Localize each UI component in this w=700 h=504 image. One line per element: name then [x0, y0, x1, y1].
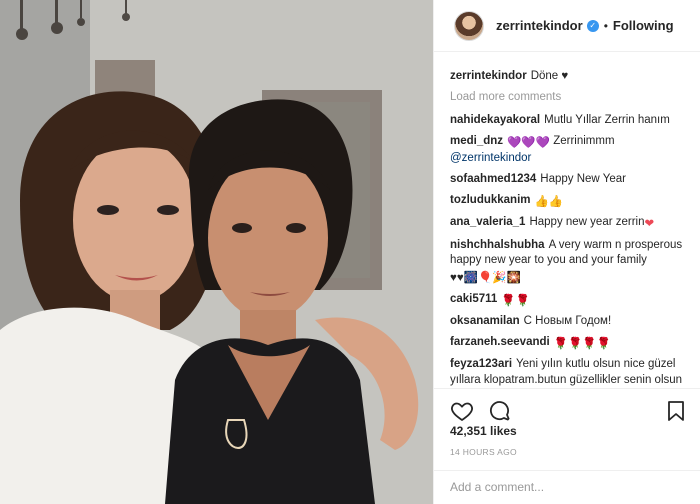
comment-username[interactable]: caki5711 [450, 293, 497, 305]
author-username[interactable]: zerrintekindor [496, 18, 583, 33]
post-timestamp: 14 HOURS AGO [450, 447, 517, 457]
comment-item: feyza123ari Yeni yılın kutlu olsun nice g… [450, 357, 684, 387]
comment-text: Mutlu Yıllar Zerrin hanım [544, 114, 670, 127]
following-button[interactable]: Following [613, 18, 674, 33]
caption-text: Döne ♥ [530, 70, 569, 82]
post-header: zerrintekindor ✓ • Following [434, 0, 700, 52]
comment-text: Happy new year zerrin [529, 216, 645, 229]
comment-text: Happy New Year [540, 172, 626, 185]
comment-emoji: 🌹🌹 [501, 294, 530, 307]
caption: zerrintekindor Döne ♥ [450, 69, 684, 85]
likes-count[interactable]: 42,351 likes [450, 424, 517, 438]
comment-item: nahidekayakoral Mutlu Yıllar Zerrin hanım [450, 113, 684, 129]
comment-username[interactable]: feyza123ari [450, 358, 512, 370]
comment-username[interactable]: nishchhalshubha [450, 239, 545, 251]
load-more-comments-link[interactable]: Load more comments [450, 90, 684, 106]
comment-emoji: 👍👍 [534, 195, 564, 208]
photo-illustration [0, 0, 433, 504]
post-actions [434, 388, 700, 426]
comment-icon[interactable] [488, 399, 512, 423]
header-separator: • [603, 18, 608, 33]
comment-text: Zerrinimmm [553, 134, 615, 147]
post-details-panel: zerrintekindor ✓ • Following zerrintekin… [433, 0, 700, 504]
comments-list: zerrintekindor Döne ♥ Load more comments … [434, 53, 700, 387]
verified-badge-icon: ✓ [586, 19, 599, 32]
comment-username[interactable]: tozludukkanim [450, 194, 531, 206]
caption-username[interactable]: zerrintekindor [450, 70, 527, 82]
comment-item: sofaahmed1234 Happy New Year [450, 172, 684, 188]
comment-username[interactable]: oksanamilan [450, 315, 520, 327]
comment-username[interactable]: sofaahmed1234 [450, 173, 536, 185]
add-comment-bar [434, 470, 700, 504]
comment-emoji: 💜💜💜 [507, 136, 551, 149]
comment-item: oksanamilan С Новым Годом! [450, 314, 684, 330]
comment-text: С Новым Годом! [523, 315, 612, 328]
bookmark-icon[interactable] [664, 399, 688, 423]
comment-emoji: ♥♥🎆🎈🎉🎇 [450, 271, 521, 284]
comment-item: ana_valeria_1 Happy new year zerrin❤ [450, 215, 684, 233]
comment-input[interactable] [450, 471, 684, 503]
comment-item: tozludukkanim 👍👍 [450, 193, 684, 211]
comment-username[interactable]: medi_dnz [450, 135, 503, 147]
post-photo[interactable] [0, 0, 433, 504]
comment-username[interactable]: nahidekayakoral [450, 114, 540, 126]
comment-emoji: 🌹🌹🌹🌹 [553, 337, 611, 350]
heart-icon[interactable] [450, 399, 474, 423]
comment-username[interactable]: farzaneh.seevandi [450, 336, 550, 348]
comment-item: medi_dnz 💜💜💜 Zerrinimmm @zerrintekindor [450, 134, 684, 167]
comment-mention-link[interactable]: @zerrintekindor [450, 151, 684, 167]
comment-username[interactable]: ana_valeria_1 [450, 216, 525, 228]
avatar[interactable] [454, 10, 484, 41]
comment-item: farzaneh.seevandi 🌹🌹🌹🌹 [450, 335, 684, 353]
comment-item: nishchhalshubha A very warm n prosperous … [450, 238, 684, 287]
comment-emoji: ❤ [644, 218, 655, 231]
comment-item: caki5711 🌹🌹 [450, 292, 684, 310]
